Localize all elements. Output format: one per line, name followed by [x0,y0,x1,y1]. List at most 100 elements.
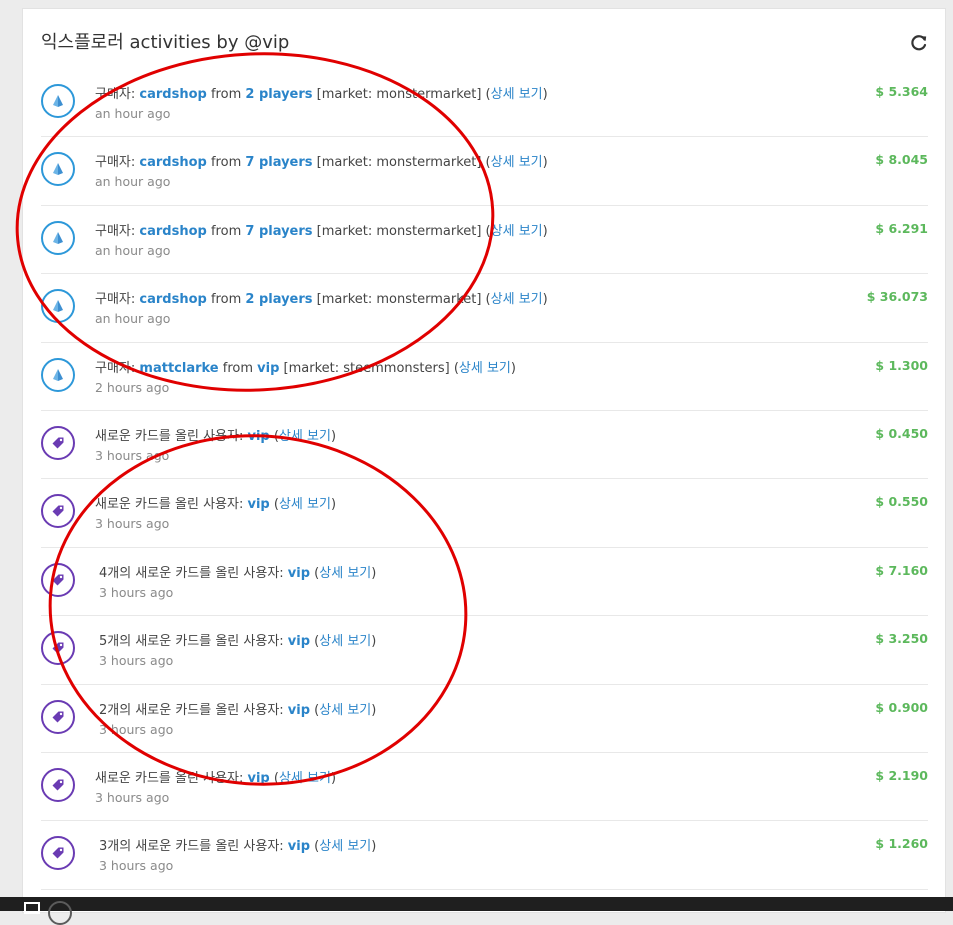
refresh-icon[interactable] [909,33,929,53]
activity-text: 구매자: cardshop from 7 players [market: mo… [95,220,548,239]
detail-link[interactable]: 상세 보기 [279,497,331,512]
list-item: 새로운 카드를 올린 사용자: vip (상세 보기) 3 hours ago $ … [41,753,928,822]
list-item: 구매자: cardshop from 7 players [market: mo… [41,137,928,206]
list-item: 2개의 새로운 카드를 올린 사용자: vip (상세 보기) 3 hours a… [41,685,928,753]
activity-time: 3 hours ago [99,721,174,737]
taskbar [0,897,953,925]
tag-icon [41,631,75,666]
close-paren: ) [371,565,377,581]
user-link[interactable]: vip [247,429,269,444]
seller-link[interactable]: 7 players [245,224,312,239]
detail-link[interactable]: 상세 보기 [491,224,543,239]
activity-time: 3 hours ago [99,858,174,874]
user-link[interactable]: vip [288,839,310,854]
listing-prefix: 2개의 새로운 카드를 올린 사용자: [99,702,288,718]
market-text: [market: monstermarket] ( [312,292,491,308]
detail-link[interactable]: 상세 보기 [459,361,511,376]
activity-amount: $ 2.190 [875,767,928,783]
user-link[interactable]: vip [247,771,269,786]
activity-text: 새로운 카드를 올린 사용자: vip (상세 보기) [95,767,336,786]
search-button[interactable] [48,901,72,925]
list-item: 구매자: cardshop from 2 players [market: mo… [41,69,928,138]
list-item: 4개의 새로운 카드를 올린 사용자: vip (상세 보기) 3 hours a… [41,548,928,617]
seller-link[interactable]: 2 players [245,292,312,307]
activity-time: an hour ago [95,311,171,327]
detail-link[interactable]: 상세 보기 [279,771,331,786]
listing-prefix: 새로운 카드를 올린 사용자: [95,770,248,786]
listing-prefix: 4개의 새로운 카드를 올린 사용자: [99,565,288,581]
user-link[interactable]: vip [288,703,310,718]
detail-link[interactable]: 상세 보기 [491,155,543,170]
detail-link[interactable]: 상세 보기 [319,703,371,718]
list-item: 구매자: cardshop from 7 players [market: mo… [41,206,928,275]
listing-prefix: 새로운 카드를 올린 사용자: [95,497,248,513]
buyer-prefix: 구매자: [95,292,140,308]
user-link[interactable]: vip [288,634,310,649]
buyer-prefix: 구매자: [95,223,140,239]
open-paren: ( [310,702,320,718]
pyramid-icon [41,84,75,118]
buyer-link[interactable]: cardshop [139,292,206,307]
activity-amount: $ 0.900 [875,699,928,715]
buyer-link[interactable]: cardshop [139,87,206,102]
from-text: from [218,360,258,376]
detail-link[interactable]: 상세 보기 [491,292,543,307]
buyer-prefix: 구매자: [95,155,140,171]
activity-text: 구매자: mattclarke from vip [market: steemm… [95,357,516,376]
activity-amount: $ 6.291 [875,220,928,236]
activity-text: 구매자: cardshop from 2 players [market: mo… [95,288,548,307]
detail-link[interactable]: 상세 보기 [279,429,331,444]
buyer-link[interactable]: cardshop [139,155,206,170]
activity-text: 새로운 카드를 올린 사용자: vip (상세 보기) [95,493,336,512]
open-paren: ( [269,428,279,444]
open-paren: ( [310,634,320,650]
seller-link[interactable]: 2 players [245,87,312,102]
seller-link[interactable]: 7 players [245,155,312,170]
activity-time: 3 hours ago [95,789,170,805]
close-paren: ) [330,497,337,513]
activity-list: 구매자: cardshop from 2 players [market: mo… [41,69,928,890]
close-paren: ) [330,770,337,786]
card-header: 익스플로러 activities by @vip [41,29,929,59]
listing-prefix: 3개의 새로운 카드를 올린 사용자: [99,839,288,855]
open-paren: ( [269,497,279,513]
activity-time: 3 hours ago [99,653,174,669]
market-text: [market: monstermarket] ( [312,223,491,239]
activity-amount: $ 7.160 [875,562,928,578]
activity-text: 3개의 새로운 카드를 올린 사용자: vip (상세 보기) [99,835,376,854]
seller-link[interactable]: vip [257,361,279,376]
tag-icon [41,425,75,460]
activity-amount: $ 0.550 [875,494,928,510]
activity-time: 3 hours ago [99,584,174,600]
listing-prefix: 새로운 카드를 올린 사용자: [95,428,248,444]
activity-amount: $ 1.260 [875,836,928,852]
tag-icon [41,562,75,597]
activity-text: 2개의 새로운 카드를 올린 사용자: vip (상세 보기) [99,699,376,718]
pyramid-icon [41,152,75,187]
list-item: 구매자: cardshop from 2 players [market: mo… [41,274,928,343]
tag-icon [41,836,75,871]
activity-amount: $ 8.045 [875,152,928,168]
open-paren: ( [310,839,320,855]
market-text: [market: monstermarket] ( [312,87,491,102]
detail-link[interactable]: 상세 보기 [319,566,371,581]
close-paren: ) [510,360,516,376]
pyramid-icon [41,220,75,255]
detail-link[interactable]: 상세 보기 [319,634,371,649]
open-paren: ( [269,770,279,786]
buyer-link[interactable]: mattclarke [139,361,218,376]
close-paren: ) [542,223,548,239]
user-link[interactable]: vip [247,497,269,512]
list-item: 5개의 새로운 카드를 올린 사용자: vip (상세 보기) 3 hours a… [41,616,928,685]
user-link[interactable]: vip [288,566,310,581]
detail-link[interactable]: 상세 보기 [319,839,371,854]
buyer-link[interactable]: cardshop [139,224,206,239]
activity-amount: $ 3.250 [875,631,928,647]
list-item: 새로운 카드를 올린 사용자: vip (상세 보기) 3 hours ago $ … [41,411,928,480]
close-paren: ) [330,428,337,444]
from-text: from [206,292,246,308]
open-paren: ( [310,565,320,581]
start-button[interactable] [24,902,40,914]
tag-icon [41,494,75,529]
detail-link[interactable]: 상세 보기 [491,87,543,102]
